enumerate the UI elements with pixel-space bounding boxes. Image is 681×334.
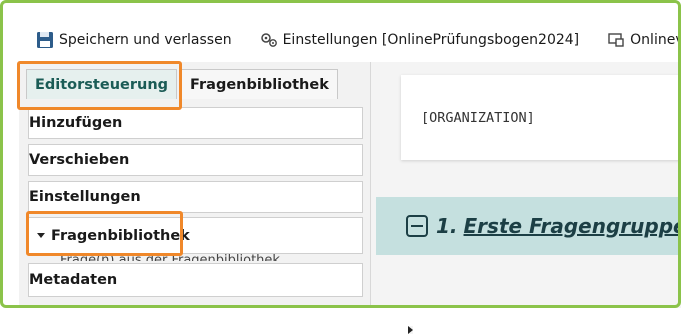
group-number: 1. xyxy=(436,214,458,238)
accordion-label: Verschieben xyxy=(29,152,130,168)
toolbar: Speichern und verlassen Einstellungen [O… xyxy=(28,20,681,60)
collapse-minus-icon[interactable] xyxy=(406,215,428,237)
group-title-link[interactable]: Erste Fragengruppe xyxy=(464,214,681,238)
online-button[interactable]: Onlinevo xyxy=(599,25,681,55)
settings-button[interactable]: Einstellungen [OnlinePrüfungsbogen2024] xyxy=(252,25,588,55)
accordion-verschieben[interactable]: Verschieben xyxy=(28,144,413,215)
gears-icon xyxy=(260,33,277,47)
editor-canvas: [ORGANIZATION] 1. Erste Fragengruppe xyxy=(371,62,681,308)
caret-right-icon xyxy=(408,326,413,334)
accordion-label: Einstellungen xyxy=(29,189,141,205)
tab-fragenbibliothek[interactable]: Fragenbibliothek xyxy=(181,69,338,99)
save-and-exit-label: Speichern und verlassen xyxy=(59,32,232,48)
accordion-label: Hinzufügen xyxy=(29,115,123,131)
accordion-hinzufuegen[interactable]: Hinzufügen xyxy=(28,107,413,178)
question-group-header[interactable]: 1. Erste Fragengruppe xyxy=(376,197,681,255)
monitor-icon xyxy=(608,33,624,47)
tab-highlight-box xyxy=(17,61,182,110)
accordion-label: Metadaten xyxy=(29,272,118,288)
floppy-disk-icon xyxy=(37,32,53,48)
online-label: Onlinevo xyxy=(630,32,681,48)
organization-text: [ORGANIZATION] xyxy=(421,109,535,126)
accordion-metadaten[interactable]: Metadaten xyxy=(28,263,413,334)
accordion-einstellungen[interactable]: Einstellungen xyxy=(28,181,413,252)
save-and-exit-button[interactable]: Speichern und verlassen xyxy=(28,25,240,55)
organization-card: [ORGANIZATION] xyxy=(401,75,681,160)
accordion-highlight-box xyxy=(26,211,183,256)
settings-label: Einstellungen [OnlinePrüfungsbogen2024] xyxy=(282,32,580,48)
